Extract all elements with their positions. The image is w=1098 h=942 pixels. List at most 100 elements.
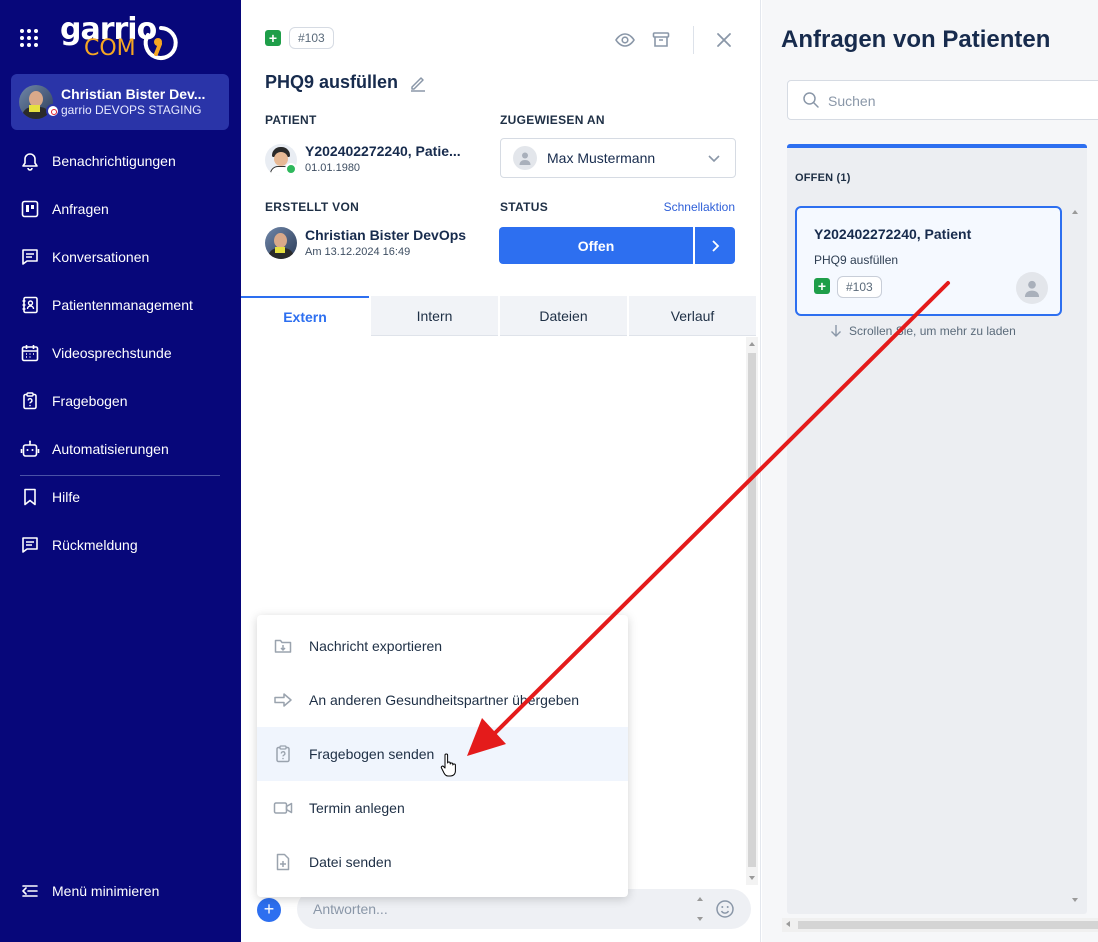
reply-resize-arrows[interactable] — [697, 895, 705, 923]
column-scrollbar[interactable] — [1070, 206, 1080, 906]
tab-intern[interactable]: Intern — [371, 296, 498, 336]
menu-item-send-file[interactable]: Datei senden — [257, 835, 628, 889]
menu-item-label: Termin anlegen — [309, 800, 405, 816]
main-navigation: Benachrichtigungen Anfragen Konversation… — [0, 137, 241, 476]
nav-item-notifications[interactable]: Benachrichtigungen — [0, 137, 241, 185]
user-organization: garrio DEVOPS STAGING — [61, 103, 202, 118]
collapse-menu-button[interactable]: Menü minimieren — [0, 867, 241, 915]
detail-actions — [601, 26, 736, 54]
reply-input[interactable] — [313, 899, 673, 919]
board-icon — [21, 200, 39, 218]
close-button[interactable] — [712, 28, 736, 52]
eye-icon — [615, 33, 635, 47]
user-profile-card[interactable]: Christian Bister Dev... garrio DEVOPS ST… — [11, 74, 229, 130]
nav-item-label: Videosprechstunde — [52, 345, 172, 361]
chevron-right-icon — [712, 239, 720, 252]
menu-item-label: An anderen Gesundheitspartner übergeben — [309, 692, 580, 708]
nav-item-label: Fragebogen — [52, 393, 128, 409]
video-camera-icon — [273, 802, 293, 814]
verified-check-icon — [285, 163, 297, 175]
nav-item-label: Hilfe — [52, 489, 81, 505]
search-input[interactable] — [828, 91, 1088, 111]
search-icon — [803, 92, 819, 108]
status-button[interactable]: Offen — [499, 227, 693, 264]
clipboard-question-icon — [276, 745, 290, 763]
nav-item-label: Rückmeldung — [52, 537, 138, 553]
nav-item-conversations[interactable]: Konversationen — [0, 233, 241, 281]
request-meta: + #103 — [265, 27, 334, 49]
card-id-badge: #103 — [837, 276, 882, 298]
load-more-hint: Scrollen Sie, um mehr zu laden — [829, 324, 1016, 338]
patient-name[interactable]: Y202402272240, Patie... — [305, 143, 475, 159]
status-label: STATUS — [500, 200, 549, 214]
search-box — [787, 80, 1098, 120]
medical-plus-icon: + — [265, 30, 281, 46]
secondary-navigation: Hilfe Rückmeldung — [0, 473, 241, 569]
person-icon — [519, 152, 531, 165]
chat-icon — [22, 249, 38, 265]
menu-item-export-message[interactable]: Nachricht exportieren — [257, 619, 628, 673]
arrow-right-icon — [274, 693, 292, 707]
tab-files[interactable]: Dateien — [500, 296, 627, 336]
menu-item-create-appointment[interactable]: Termin anlegen — [257, 781, 628, 835]
request-card[interactable]: Y202402272240, Patient PHQ9 ausfüllen + … — [795, 206, 1062, 316]
request-title: PHQ9 ausfüllen — [265, 72, 399, 92]
tab-history[interactable]: Verlauf — [629, 296, 756, 336]
creator-avatar — [265, 227, 297, 259]
assigned-label: ZUGEWIESEN AN — [500, 113, 605, 127]
assignee-avatar — [513, 146, 537, 170]
nav-item-label: Benachrichtigungen — [52, 153, 176, 169]
patient-birthdate: 01.01.1980 — [305, 162, 361, 174]
medical-plus-icon: + — [814, 278, 830, 294]
archive-button[interactable] — [649, 28, 673, 52]
nav-item-automations[interactable]: Automatisierungen — [0, 425, 241, 473]
arrow-down-icon — [831, 325, 841, 337]
assignee-select[interactable]: Max Mustermann — [500, 138, 736, 178]
next-status-button[interactable] — [695, 227, 735, 264]
archive-icon — [652, 32, 670, 47]
menu-item-label: Nachricht exportieren — [309, 638, 443, 654]
nav-item-help[interactable]: Hilfe — [0, 473, 241, 521]
logo-row: garrio COM — [20, 12, 180, 61]
clipboard-question-icon — [23, 392, 37, 410]
edit-pencil-icon[interactable] — [408, 73, 428, 93]
title-row: PHQ9 ausfüllen — [265, 72, 428, 93]
menu-item-hand-over[interactable]: An anderen Gesundheitspartner übergeben — [257, 673, 628, 727]
chevron-down-icon — [708, 155, 720, 163]
watch-button[interactable] — [613, 28, 637, 52]
robot-icon — [20, 440, 40, 457]
column-title: OFFEN (1) — [795, 172, 851, 184]
horizontal-scrollbar[interactable] — [782, 918, 1098, 932]
menu-item-send-questionnaire[interactable]: Fragebogen senden — [257, 727, 628, 781]
bell-icon — [22, 153, 38, 171]
user-name: Christian Bister Dev... — [61, 85, 206, 102]
calendar-icon — [21, 345, 39, 362]
nav-item-label: Anfragen — [52, 201, 109, 217]
sidebar: garrio COM Christian Bister Dev... garri… — [0, 0, 241, 942]
card-assignee-avatar — [1016, 272, 1048, 304]
attachment-menu-button[interactable]: + — [257, 898, 281, 922]
attachment-context-menu: Nachricht exportieren An anderen Gesundh… — [257, 615, 628, 897]
messages-scrollbar[interactable] — [746, 337, 758, 885]
nav-item-requests[interactable]: Anfragen — [0, 185, 241, 233]
app-grid-icon[interactable] — [20, 27, 40, 47]
garrio-logo[interactable]: garrio COM — [60, 12, 180, 61]
creator-date: Am 13.12.2024 16:49 — [305, 246, 411, 258]
person-icon — [1024, 280, 1040, 297]
file-plus-icon — [276, 853, 290, 871]
open-requests-column: OFFEN (1) Y202402272240, Patient PHQ9 au… — [787, 144, 1087, 914]
collapse-menu-icon — [22, 885, 38, 897]
nav-item-patient-management[interactable]: Patientenmanagement — [0, 281, 241, 329]
requests-title: Anfragen von Patienten — [781, 26, 1051, 53]
nav-item-video-consultation[interactable]: Videosprechstunde — [0, 329, 241, 377]
emoji-icon[interactable] — [715, 899, 735, 919]
collapse-menu-label: Menü minimieren — [52, 883, 160, 899]
nav-item-label: Patientenmanagement — [52, 297, 193, 313]
nav-item-label: Konversationen — [52, 249, 150, 265]
nav-item-questionnaire[interactable]: Fragebogen — [0, 377, 241, 425]
nav-item-feedback[interactable]: Rückmeldung — [0, 521, 241, 569]
quick-action-link[interactable]: Schnellaktion — [664, 200, 735, 214]
folder-download-icon — [274, 639, 292, 653]
menu-item-label: Datei senden — [309, 854, 392, 870]
tab-extern[interactable]: Extern — [241, 296, 369, 336]
